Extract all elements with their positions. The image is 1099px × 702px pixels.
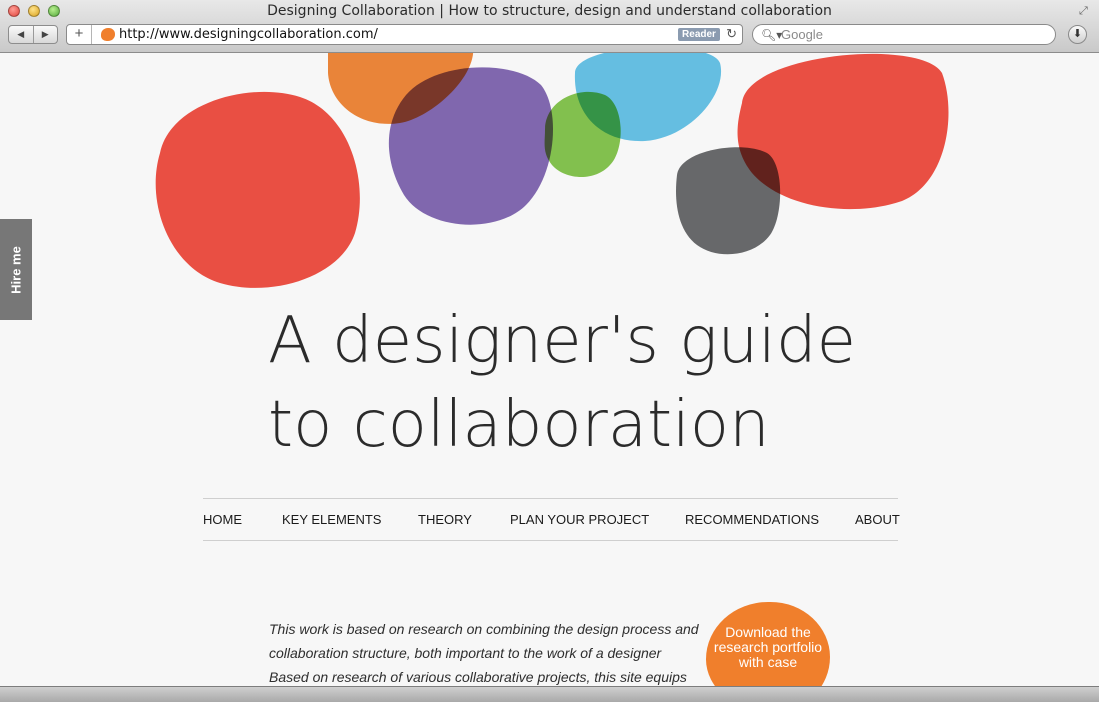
nav-theory[interactable]: THEORY bbox=[418, 512, 472, 527]
back-arrow-icon: ◀ bbox=[17, 29, 25, 39]
site-favicon bbox=[101, 28, 115, 41]
search-icon: 🔍︎▾ bbox=[761, 28, 783, 42]
download-icon: ⬇ bbox=[1072, 28, 1083, 40]
window-bottom-bar bbox=[0, 686, 1099, 702]
download-portfolio-label: Download the research portfolio with cas… bbox=[713, 624, 823, 670]
nav-home[interactable]: HOME bbox=[203, 512, 242, 527]
nav-plan-your-project[interactable]: PLAN YOUR PROJECT bbox=[510, 512, 649, 527]
fullscreen-icon[interactable]: ⤢ bbox=[1079, 5, 1091, 17]
intro-paragraph: This work is based on research on combin… bbox=[269, 621, 699, 685]
purple-blob bbox=[388, 67, 553, 225]
reload-icon[interactable]: ↻ bbox=[726, 26, 737, 42]
back-forward-buttons: ◀ ▶ bbox=[8, 25, 58, 44]
add-bookmark-button[interactable]: + bbox=[67, 25, 92, 44]
address-bar[interactable]: + http://www.designingcollaboration.com/… bbox=[66, 24, 743, 45]
hire-me-tab[interactable]: Hire me bbox=[0, 219, 32, 320]
search-placeholder: Google bbox=[781, 27, 823, 42]
download-portfolio-button[interactable]: Download the research portfolio with cas… bbox=[706, 602, 830, 686]
forward-arrow-icon: ▶ bbox=[41, 29, 49, 39]
headline-line-2: to collaboration bbox=[268, 388, 770, 462]
page-headline: A designer's guide to collaboration bbox=[268, 299, 856, 467]
downloads-button[interactable]: ⬇ bbox=[1068, 25, 1087, 44]
search-field[interactable]: 🔍︎▾ Google bbox=[752, 24, 1056, 45]
web-page: Hire me A designer's guide to collaborat… bbox=[0, 53, 1099, 686]
nav-about[interactable]: ABOUT bbox=[855, 512, 900, 527]
hire-me-label: Hire me bbox=[8, 245, 24, 294]
reader-button[interactable]: Reader bbox=[678, 28, 720, 41]
headline-line-1: A designer's guide bbox=[268, 304, 856, 378]
nav-recommendations[interactable]: RECOMMENDATIONS bbox=[685, 512, 819, 527]
browser-toolbar: Designing Collaboration | How to structu… bbox=[0, 0, 1099, 53]
gray-blob bbox=[676, 147, 781, 255]
back-button[interactable]: ◀ bbox=[9, 26, 34, 43]
nav-key-elements[interactable]: KEY ELEMENTS bbox=[282, 512, 381, 527]
forward-button[interactable]: ▶ bbox=[34, 26, 58, 43]
window-title: Designing Collaboration | How to structu… bbox=[267, 3, 832, 19]
main-navigation: HOME KEY ELEMENTS THEORY PLAN YOUR PROJE… bbox=[203, 498, 900, 541]
green-blob bbox=[544, 91, 621, 178]
red-blob-left bbox=[155, 91, 360, 288]
plus-icon: + bbox=[74, 25, 84, 42]
url-text[interactable]: http://www.designingcollaboration.com/ bbox=[119, 27, 378, 42]
